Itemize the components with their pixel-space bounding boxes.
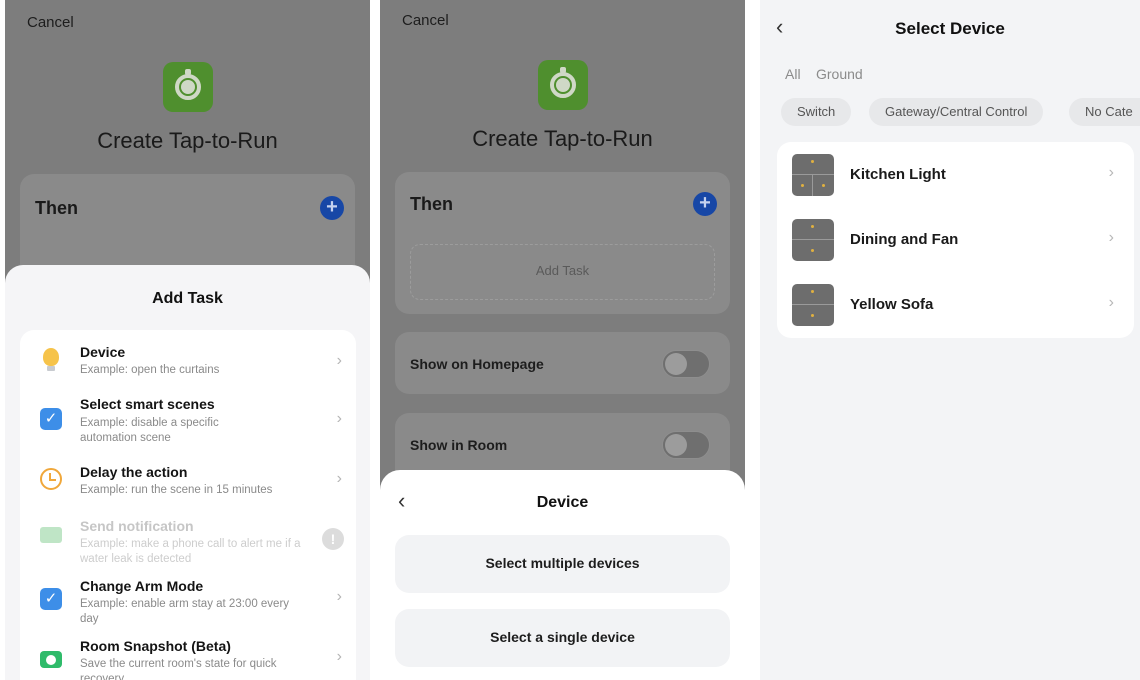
chevron-right-icon: › xyxy=(1108,229,1114,246)
then-card: Then + Add Task xyxy=(395,172,730,314)
page-title: Create Tap-to-Run xyxy=(97,128,278,153)
task-title: Select smart scenes xyxy=(80,396,215,412)
add-plus-icon[interactable]: + xyxy=(693,192,717,216)
switch-device-icon xyxy=(792,154,834,196)
cancel-button[interactable]: Cancel xyxy=(27,14,74,31)
switch-device-icon xyxy=(792,219,834,261)
task-title: Change Arm Mode xyxy=(80,578,204,594)
page-title: Create Tap-to-Run xyxy=(472,126,653,151)
task-desc: Example: make a phone call to alert me i… xyxy=(80,538,301,565)
switch-device-icon xyxy=(792,284,834,326)
device-sheet: ‹ Device Select multiple devices Select … xyxy=(380,470,745,680)
chevron-right-icon: › xyxy=(336,352,342,369)
button-label: Select a single device xyxy=(490,629,635,645)
task-desc: Example: enable arm stay at 23:00 every … xyxy=(80,598,290,625)
device-name: Kitchen Light xyxy=(850,166,946,183)
then-label: Then xyxy=(35,198,78,218)
select-multiple-devices-button[interactable]: Select multiple devices xyxy=(395,535,730,593)
select-device-screen: ‹ Select Device All Ground Switch Gatewa… xyxy=(760,0,1140,680)
clock-icon xyxy=(40,468,62,490)
info-alert-icon[interactable]: ! xyxy=(322,528,344,550)
check-icon: ✓ xyxy=(40,408,62,430)
task-desc: Example: disable a specific automation s… xyxy=(80,417,219,444)
task-desc: Example: run the scene in 15 minutes xyxy=(80,484,273,496)
chip-switch[interactable]: Switch xyxy=(781,98,852,126)
chevron-right-icon: › xyxy=(336,588,342,605)
select-single-device-button[interactable]: Select a single device xyxy=(395,609,730,667)
camera-icon xyxy=(40,651,62,668)
add-task-label: Add Task xyxy=(535,263,590,278)
chip-no-category[interactable]: No Cate xyxy=(1069,98,1140,126)
then-label: Then xyxy=(410,194,453,214)
task-title: Delay the action xyxy=(80,464,188,480)
device-name: Dining and Fan xyxy=(850,231,959,248)
cancel-button[interactable]: Cancel xyxy=(402,12,449,29)
chevron-right-icon: › xyxy=(336,410,342,427)
task-send-notification: Send notification Example: make a phone … xyxy=(20,518,356,566)
chevron-right-icon: › xyxy=(336,648,342,665)
filter-all[interactable]: All xyxy=(785,66,801,82)
task-desc: Save the current room's state for quick … xyxy=(80,658,277,680)
show-on-homepage-label: Show on Homepage xyxy=(410,356,544,372)
button-label: Select multiple devices xyxy=(485,555,640,571)
chevron-right-icon: › xyxy=(1108,164,1114,181)
scene-app-icon xyxy=(163,62,213,112)
bulb-icon xyxy=(43,348,59,371)
chevron-right-icon: › xyxy=(1108,294,1114,311)
device-list: Kitchen Light › Dining and Fan › Yellow … xyxy=(777,142,1134,338)
task-room-snapshot[interactable]: Room Snapshot (Beta) Save the current ro… xyxy=(20,638,356,680)
show-in-room-label: Show in Room xyxy=(410,437,508,453)
device-name: Yellow Sofa xyxy=(850,296,934,313)
task-desc: Example: open the curtains xyxy=(80,364,220,376)
task-delay-action[interactable]: Delay the action Example: run the scene … xyxy=(20,464,356,508)
add-task-sheet: Add Task Device Example: open the curtai… xyxy=(5,265,370,680)
task-title: Device xyxy=(80,344,126,360)
page-title: Select Device xyxy=(895,19,1005,38)
add-task-area[interactable]: Add Task xyxy=(410,244,715,300)
add-plus-icon[interactable]: + xyxy=(320,196,344,220)
sheet-title: Device xyxy=(536,494,589,511)
task-select-smart-scenes[interactable]: ✓ Select smart scenes Example: disable a… xyxy=(20,396,356,456)
chip-gateway[interactable]: Gateway/Central Control xyxy=(869,98,1044,126)
show-on-homepage-row: Show on Homepage xyxy=(395,332,730,394)
device-row-kitchen-light[interactable]: Kitchen Light › xyxy=(777,142,1134,208)
sheet-title: Add Task xyxy=(152,290,223,307)
show-in-room-toggle[interactable] xyxy=(662,431,710,459)
show-on-homepage-toggle[interactable] xyxy=(662,350,710,378)
task-title: Send notification xyxy=(80,518,194,534)
create-tap-to-run-screen-add-task: Cancel Create Tap-to-Run Then + Add Task… xyxy=(5,0,370,680)
filter-ground[interactable]: Ground xyxy=(816,66,863,82)
device-row-yellow-sofa[interactable]: Yellow Sofa › xyxy=(777,272,1134,338)
check-icon: ✓ xyxy=(40,588,62,610)
task-list: Device Example: open the curtains › ✓ Se… xyxy=(20,330,356,680)
scene-app-icon xyxy=(538,60,588,110)
mail-icon xyxy=(40,527,62,543)
task-title: Room Snapshot (Beta) xyxy=(80,638,231,654)
create-tap-to-run-screen-device: Cancel Create Tap-to-Run Then + Add Task… xyxy=(380,0,745,680)
chevron-right-icon: › xyxy=(336,470,342,487)
task-device[interactable]: Device Example: open the curtains › xyxy=(20,342,356,392)
task-change-arm-mode[interactable]: ✓ Change Arm Mode Example: enable arm st… xyxy=(20,578,356,628)
device-row-dining-and-fan[interactable]: Dining and Fan › xyxy=(777,207,1134,273)
